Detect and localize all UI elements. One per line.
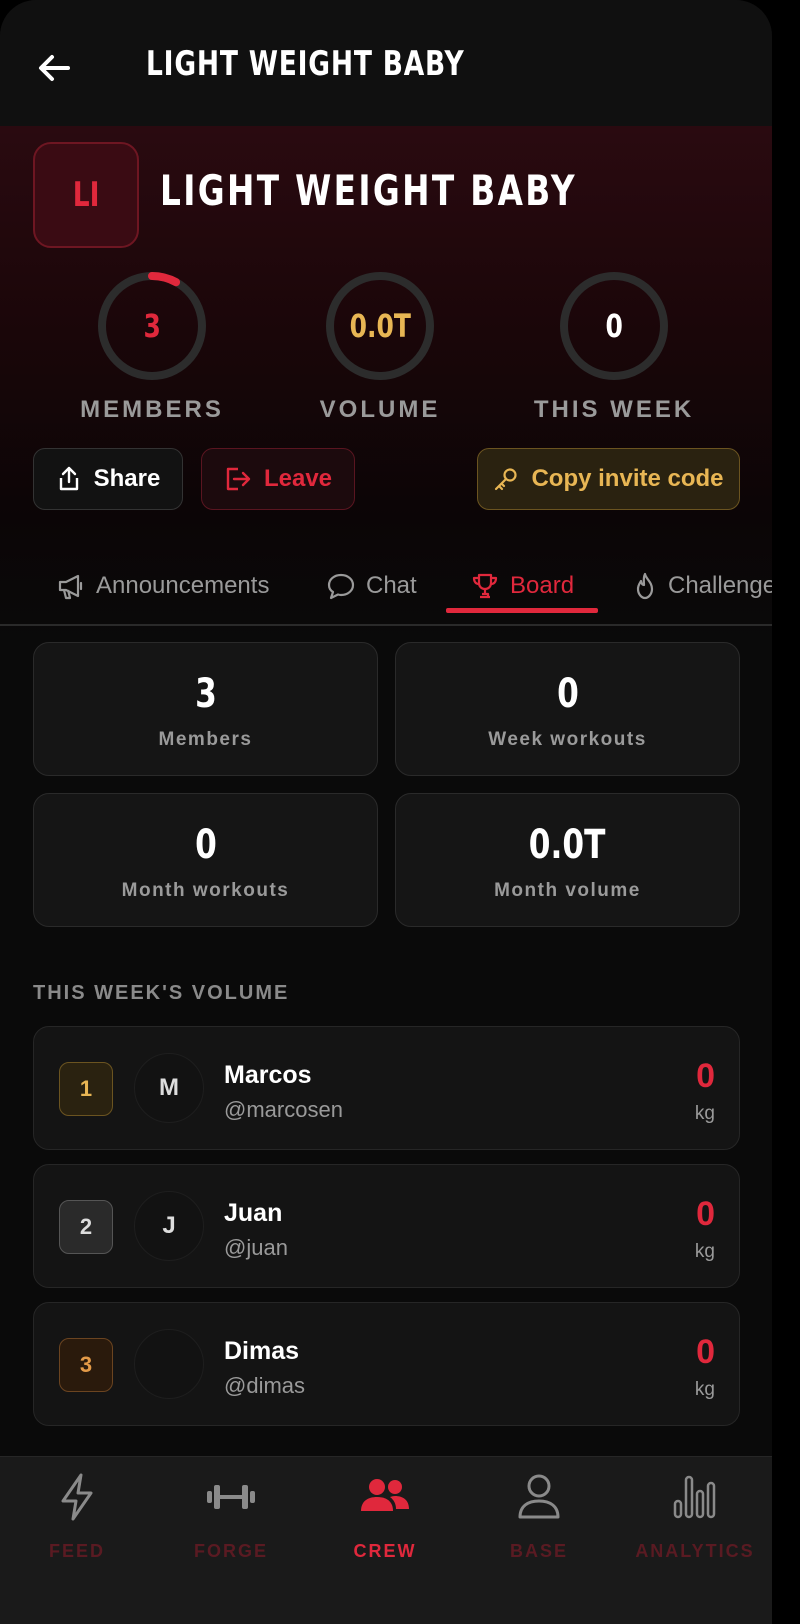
stat-card-label: Week workouts <box>488 729 647 750</box>
members-ring-value: 3 <box>143 307 161 345</box>
leave-button[interactable]: Leave <box>201 448 355 510</box>
volume-unit: kg <box>694 1379 715 1400</box>
tab-announcements[interactable]: Announcements <box>56 548 269 624</box>
bottom-nav: FEED FORGE CREW BASE ANALYTICS <box>0 1456 772 1624</box>
copy-invite-code-label: Copy invite code <box>531 465 724 492</box>
stat-card-month-workouts: 0 Month workouts <box>33 793 378 927</box>
top-bar: LIGHT WEIGHT BABY <box>0 0 772 126</box>
stat-card-value: 3 <box>194 671 217 717</box>
user-icon <box>518 1474 560 1519</box>
bolt-icon <box>61 1473 93 1521</box>
nav-crew-label: CREW <box>353 1541 417 1561</box>
share-label: Share <box>93 465 161 492</box>
this-week-label: THIS WEEK <box>533 396 695 423</box>
tab-challenges[interactable]: Challenges <box>632 548 772 624</box>
tab-challenges-label: Challenges <box>668 572 772 599</box>
leaderboard-row[interactable]: 1 M Marcos @marcosen 0 kg <box>33 1026 740 1150</box>
avatar: J <box>134 1191 204 1261</box>
leave-label: Leave <box>263 465 333 492</box>
arrow-left-icon <box>39 55 70 81</box>
dumbbell-icon <box>207 1485 255 1509</box>
crew-initials: LI <box>72 175 100 215</box>
nav-crew[interactable]: CREW <box>310 1471 460 1581</box>
this-week-ring-value: 0 <box>605 307 623 345</box>
back-button[interactable] <box>32 46 76 90</box>
flame-icon <box>636 572 654 600</box>
stat-card-week-workouts: 0 Week workouts <box>395 642 740 776</box>
volume-label: VOLUME <box>319 396 441 423</box>
avatar: M <box>134 1053 204 1123</box>
tab-board-label: Board <box>510 572 575 599</box>
leaderboard-row[interactable]: 2 J Juan @juan 0 kg <box>33 1164 740 1288</box>
stat-card-label: Month volume <box>494 880 641 901</box>
crew-tabs: Announcements Chat Board Challenges <box>0 548 772 626</box>
trophy-icon <box>472 573 498 599</box>
page-title: LIGHT WEIGHT BABY <box>146 44 465 84</box>
tab-chat[interactable]: Chat <box>326 548 417 624</box>
nav-base[interactable]: BASE <box>464 1471 614 1581</box>
member-volume: 0 <box>696 1057 715 1095</box>
crew-name: LIGHT WEIGHT BABY <box>160 166 577 215</box>
nav-base-label: BASE <box>509 1541 568 1561</box>
nav-analytics-label: ANALYTICS <box>635 1541 755 1561</box>
nav-feed[interactable]: FEED <box>2 1471 152 1581</box>
member-handle: @juan <box>224 1235 288 1260</box>
nav-forge[interactable]: FORGE <box>156 1471 306 1581</box>
member-volume: 0 <box>696 1333 715 1371</box>
nav-feed-label: FEED <box>48 1541 105 1561</box>
nav-analytics[interactable]: ANALYTICS <box>620 1471 770 1581</box>
rank-badge: 3 <box>59 1338 113 1392</box>
crew-screen: LIGHT WEIGHT BABY LI LIGHT WEIGHT BABY 3… <box>0 0 772 1624</box>
member-handle: @dimas <box>224 1373 306 1398</box>
nav-forge-label: FORGE <box>193 1541 268 1561</box>
volume-unit: kg <box>694 1103 715 1124</box>
members-label: MEMBERS <box>80 396 224 423</box>
crew-avatar: LI <box>33 142 139 248</box>
member-name: Juan <box>224 1199 283 1227</box>
rank-badge: 2 <box>59 1200 113 1254</box>
megaphone-icon <box>58 574 83 600</box>
member-name: Marcos <box>224 1061 312 1089</box>
active-tab-indicator <box>446 608 598 613</box>
share-icon <box>59 466 78 491</box>
section-title: THIS WEEK'S VOLUME <box>33 982 290 1004</box>
stat-card-label: Month workouts <box>121 880 290 901</box>
bar-chart-icon <box>673 1475 716 1519</box>
stat-card-value: 0.0T <box>529 822 606 868</box>
rank-badge: 1 <box>59 1062 113 1116</box>
avatar <box>134 1329 204 1399</box>
copy-invite-code-button[interactable]: Copy invite code <box>477 448 740 510</box>
member-handle: @marcosen <box>224 1097 343 1122</box>
leaderboard-row[interactable]: 3 Dimas @dimas 0 kg <box>33 1302 740 1426</box>
stat-card-members: 3 Members <box>33 642 378 776</box>
member-name: Dimas <box>224 1337 300 1365</box>
stat-card-month-volume: 0.0T Month volume <box>395 793 740 927</box>
stat-card-label: Members <box>158 729 253 750</box>
member-volume: 0 <box>696 1195 715 1233</box>
volume-ring-value: 0.0T <box>349 307 411 345</box>
key-icon <box>495 468 518 491</box>
share-button[interactable]: Share <box>33 448 183 510</box>
tab-announcements-label: Announcements <box>96 572 270 599</box>
logout-icon <box>226 467 251 491</box>
volume-unit: kg <box>694 1241 715 1262</box>
stat-card-value: 0 <box>556 671 579 717</box>
stat-card-value: 0 <box>194 822 217 868</box>
chat-icon <box>327 573 355 600</box>
tab-chat-label: Chat <box>366 572 417 599</box>
users-icon <box>361 1479 409 1511</box>
